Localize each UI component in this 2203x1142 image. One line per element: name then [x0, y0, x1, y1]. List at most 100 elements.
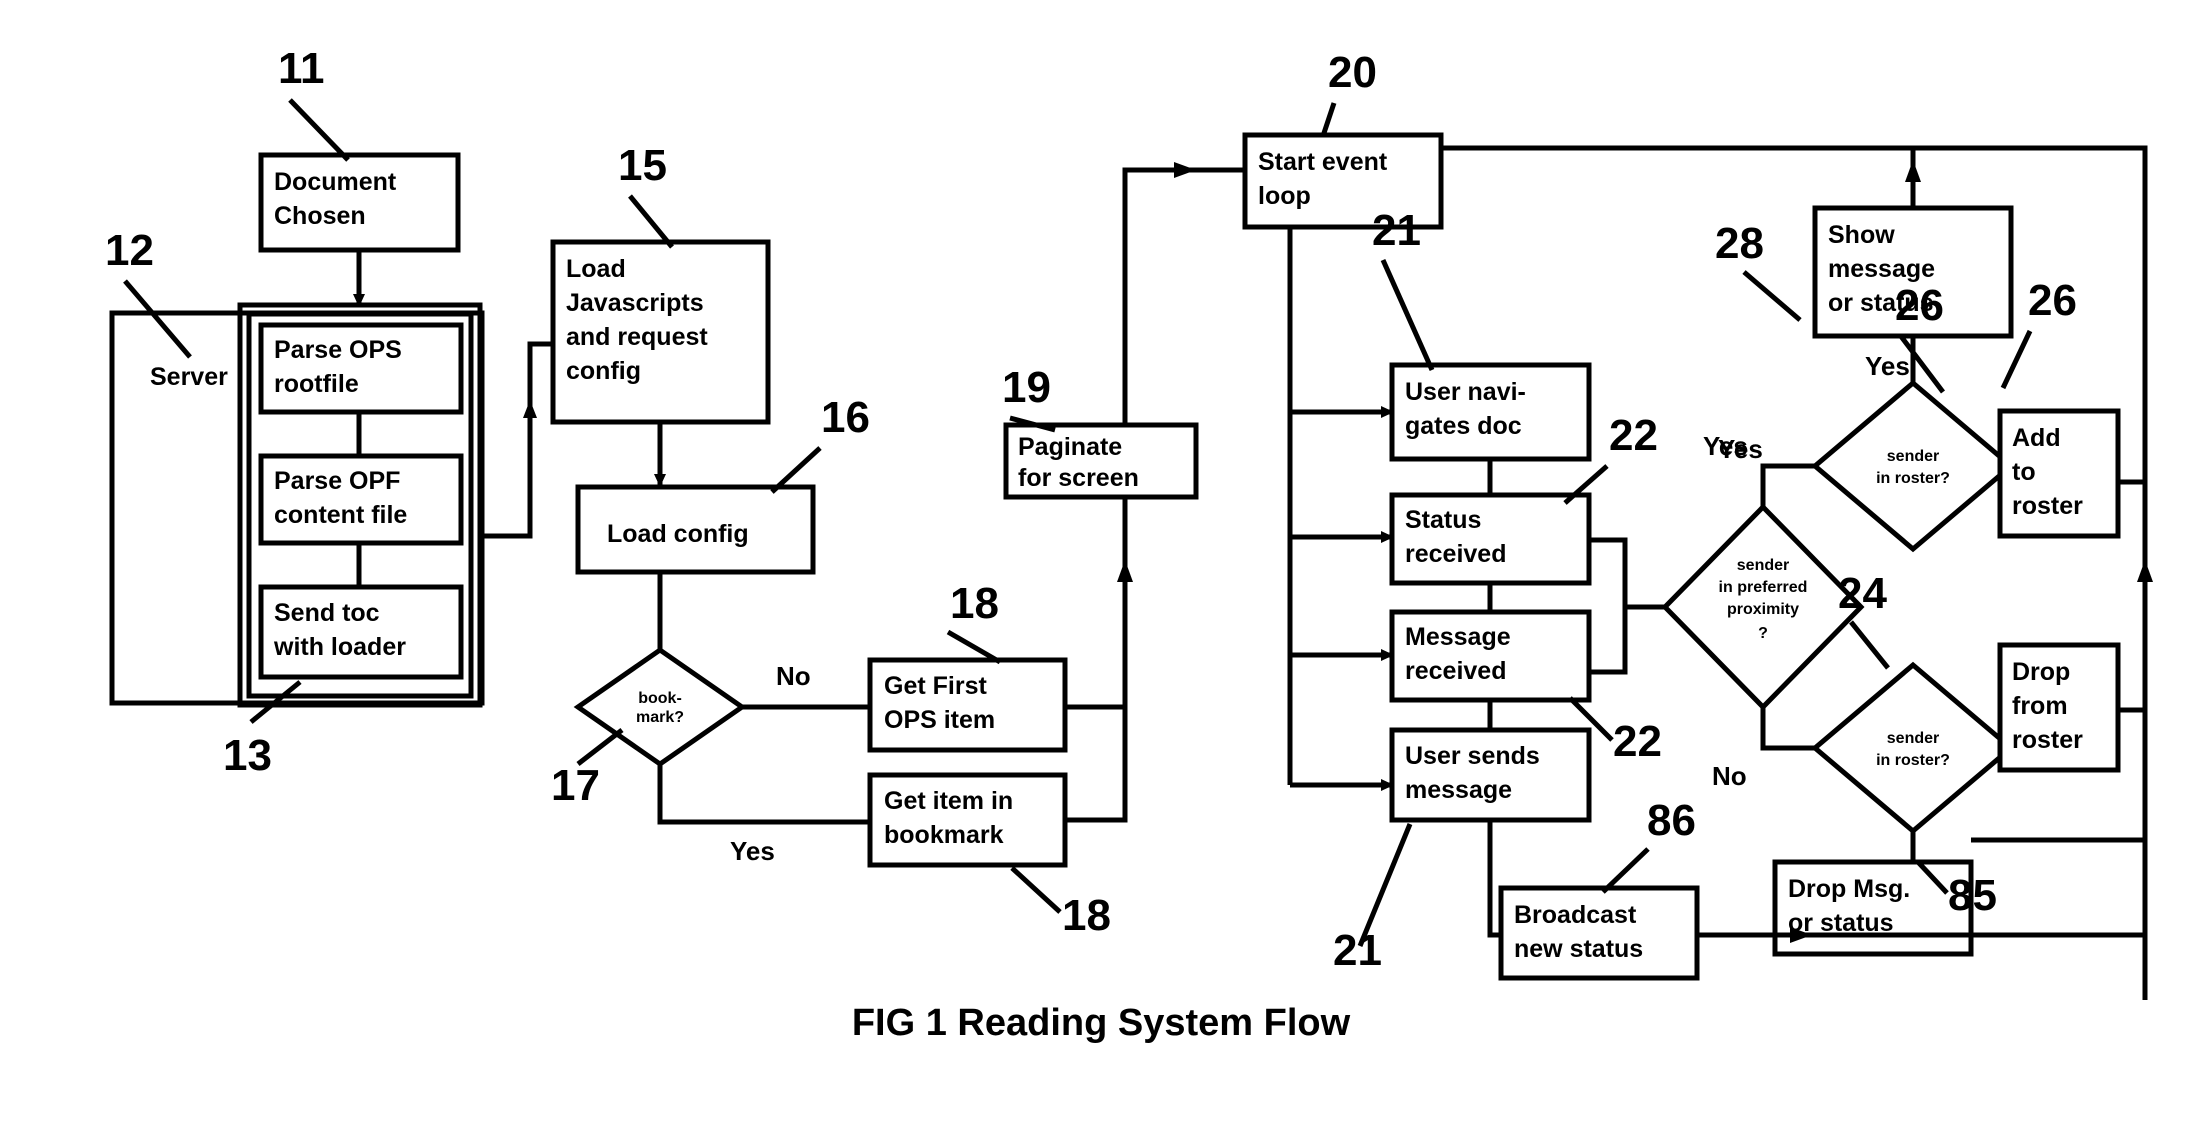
arrowhead-show-to-top-rail	[1905, 160, 1921, 182]
node-load-config-line-0: Load config	[607, 520, 749, 548]
leader-21-upper	[1380, 258, 1435, 372]
flowchart-canvas: Server Document Chosen Parse OPS rootfil…	[105, 44, 2153, 1044]
ref-numeral-19: 19	[1002, 363, 1051, 412]
node-user-sends-line-0: User sends	[1405, 742, 1540, 770]
node-bookmark-line-1: mark?	[636, 709, 684, 726]
node-sender-in-roster-top	[1811, 379, 2015, 553]
edge-paginate-to-event-loop	[1122, 167, 1245, 425]
node-parse-opf-line-1: content file	[274, 501, 407, 529]
edge-label-bookmark-yes: Yes	[730, 836, 775, 866]
node-send-toc-line-0: Send toc	[274, 599, 380, 627]
node-add-to-roster-line-1: to	[2012, 458, 2036, 486]
ref-numeral-28: 28	[1715, 219, 1764, 268]
node-get-first-line-0: Get First	[884, 672, 987, 700]
node-load-js-line-2: and request	[566, 323, 708, 351]
node-status-received-line-0: Status	[1405, 506, 1481, 534]
ref-numeral-86: 86	[1647, 796, 1696, 845]
node-user-sends-line-1: message	[1405, 776, 1512, 804]
node-load-js-line-3: config	[566, 357, 641, 385]
ref-numeral-85: 85	[1948, 871, 1997, 920]
node-parse-ops-rootfile-line-1: rootfile	[274, 370, 359, 398]
node-roster-bottom-line-1: in roster?	[1876, 752, 1950, 769]
edge-bookmark-yes	[657, 764, 870, 825]
server-label: Server	[150, 363, 228, 391]
edge-proximity-no	[1760, 707, 1815, 751]
leader-21-lower	[1357, 823, 1413, 947]
node-drop-from-roster-line-0: Drop	[2012, 658, 2070, 686]
node-status-received-line-1: received	[1405, 540, 1506, 568]
node-proximity-line-0: sender	[1737, 557, 1789, 574]
ref-numeral-17: 17	[551, 761, 600, 810]
ref-numeral-26-addroster: 26	[2028, 276, 2077, 325]
node-show-line-1: message	[1828, 255, 1935, 283]
node-document-chosen-line-1: Chosen	[274, 202, 366, 230]
node-load-js-line-0: Load	[566, 255, 626, 283]
node-roster-top-line-0: sender	[1887, 448, 1939, 465]
node-get-item-line-1: bookmark	[884, 821, 1004, 849]
node-user-navigates-line-1: gates doc	[1405, 412, 1522, 440]
node-get-first-line-1: OPS item	[884, 706, 995, 734]
node-parse-opf-line-0: Parse OPF	[274, 467, 400, 495]
node-show-line-0: Show	[1828, 221, 1895, 249]
ref-numeral-24: 24	[1838, 569, 1887, 618]
edge-label-roster-top-yes: Yes	[1718, 434, 1763, 464]
ref-numeral-22-upper: 22	[1609, 411, 1658, 460]
node-bookmark-line-0: book-	[638, 690, 682, 707]
ref-numeral-21-lower: 21	[1333, 926, 1382, 975]
node-message-received-line-1: received	[1405, 657, 1506, 685]
node-parse-ops-rootfile-line-0: Parse OPS	[274, 336, 402, 364]
node-user-navigates-line-0: User navi-	[1405, 378, 1526, 406]
ref-numeral-13: 13	[223, 731, 272, 780]
figure-caption: FIG 1 Reading System Flow	[852, 1002, 1351, 1044]
arrowhead-right-rail-up	[2137, 560, 2153, 582]
edge-getitems-merge	[1065, 704, 1128, 823]
leader-17	[576, 728, 624, 766]
arrowhead-server-to-load-javascripts	[523, 400, 537, 418]
ref-numeral-16: 16	[821, 393, 870, 442]
node-broadcast-line-1: new status	[1514, 935, 1643, 963]
node-start-event-loop-line-0: Start event	[1258, 148, 1388, 176]
node-roster-top-line-1: in roster?	[1876, 470, 1950, 487]
leader-28	[1742, 270, 1802, 322]
node-roster-bottom-line-0: sender	[1887, 730, 1939, 747]
node-drop-from-roster-line-2: roster	[2012, 726, 2083, 754]
edge-label-show-yes: Yes	[1865, 351, 1910, 381]
leader-18-lower	[1010, 866, 1062, 914]
edge-label-bookmark-no: No	[776, 661, 811, 691]
patent-figure-1: Server Document Chosen Parse OPS rootfil…	[0, 0, 2203, 1142]
node-proximity-line-2: proximity	[1727, 601, 1799, 618]
ref-numeral-12: 12	[105, 226, 154, 275]
node-drop-msg-line-0: Drop Msg.	[1788, 875, 1910, 903]
ref-numeral-11: 11	[278, 44, 325, 93]
node-proximity-line-3: ?	[1758, 625, 1768, 642]
arrowhead-paginate-to-event-loop	[1174, 162, 1196, 178]
node-paginate-line-1: for screen	[1018, 464, 1139, 492]
leader-20	[1320, 102, 1337, 137]
node-send-toc-line-1: with loader	[273, 633, 406, 661]
edge-server-to-load-javascripts	[482, 341, 553, 539]
node-get-item-line-0: Get item in	[884, 787, 1013, 815]
node-add-to-roster-line-2: roster	[2012, 492, 2083, 520]
leader-24	[1849, 620, 1890, 670]
leader-12	[123, 279, 192, 359]
node-document-chosen-line-0: Document	[274, 168, 397, 196]
node-message-received-line-0: Message	[1405, 623, 1511, 651]
node-drop-from-roster-line-1: from	[2012, 692, 2068, 720]
leader-15	[628, 194, 674, 249]
node-add-to-roster-line-0: Add	[2012, 424, 2061, 452]
ref-numeral-15: 15	[618, 141, 667, 190]
node-paginate-line-0: Paginate	[1018, 433, 1122, 461]
edge-proximity-yes	[1760, 463, 1815, 507]
ref-numeral-21-upper: 21	[1372, 206, 1421, 255]
leader-11	[288, 98, 350, 162]
node-sender-in-roster-bottom	[1811, 661, 2015, 835]
ref-numeral-18-upper: 18	[950, 579, 999, 628]
edge-label-proximity-no: No	[1712, 761, 1747, 791]
ref-numeral-22-lower: 22	[1613, 717, 1662, 766]
leader-26-addroster	[2000, 329, 2033, 390]
node-load-js-line-1: Javascripts	[566, 289, 704, 317]
ref-numeral-26-diamond: 26	[1895, 281, 1944, 330]
arrowhead-merge-to-paginate	[1117, 560, 1133, 582]
ref-numeral-20: 20	[1328, 48, 1377, 97]
ref-numeral-18-lower: 18	[1062, 891, 1111, 940]
